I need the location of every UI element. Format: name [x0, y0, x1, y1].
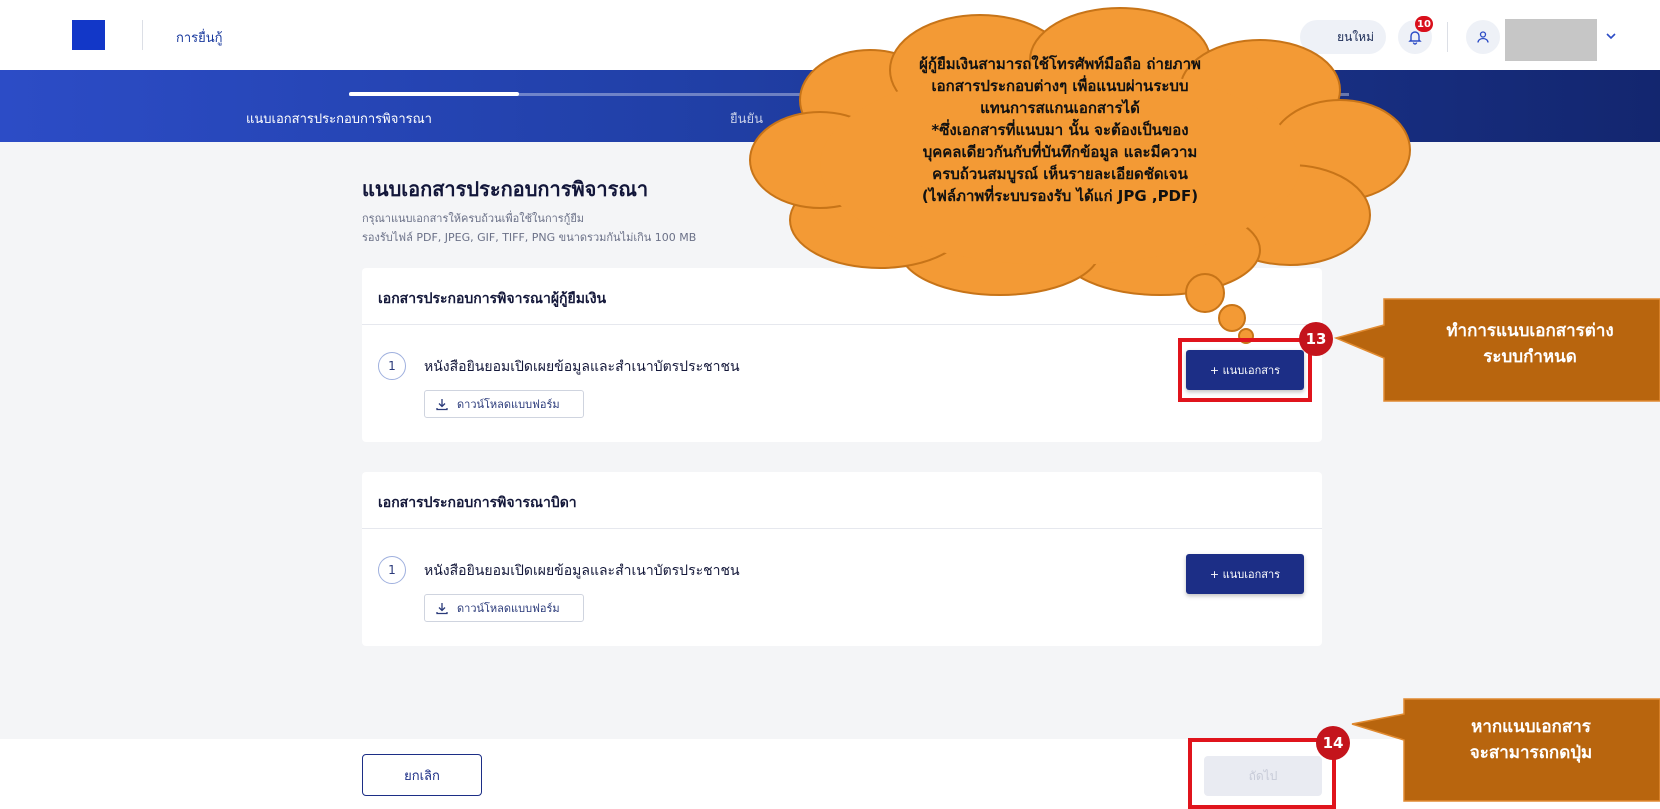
cloud-line: *ซึ่งเอกสารที่แนบมา นั้น จะต้องเป็นของ: [931, 121, 1189, 139]
cloud-line: ครบถ้วนสมบูรณ์ เห็นรายละเอียดชัดเจน: [932, 165, 1188, 183]
callout-line: ระบบกำหนด: [1483, 347, 1577, 367]
cloud-tail-1: [1185, 273, 1225, 313]
cloud-line: บุคคลเดียวกันกับที่บันทึกข้อมูล และมีควา…: [922, 143, 1198, 161]
callout-14-text: หากแนบเอกสาร จะสามารถกดปุ่ม: [1402, 714, 1660, 766]
cloud-line: (ไฟล์ภาพที่ระบบรองรับ ได้แก่ JPG ,PDF): [921, 187, 1199, 205]
cloud-line: แทนการสแกนเอกสารได้: [980, 99, 1140, 117]
callout-line: จะสามารถกดปุ่ม: [1469, 743, 1593, 763]
highlight-box-13: [1178, 338, 1312, 402]
cloud-note: ผู้กู้ยืมเงินสามารถใช้โทรศัพท์มือถือ ถ่า…: [840, 53, 1280, 207]
cloud-line: ผู้กู้ยืมเงินสามารถใช้โทรศัพท์มือถือ ถ่า…: [919, 55, 1201, 73]
annotation-layer: [749, 7, 1660, 802]
cloud-tail-2: [1218, 304, 1246, 332]
step-badge-13: 13: [1299, 322, 1333, 356]
callout-line: หากแนบเอกสาร: [1471, 717, 1591, 737]
step-badge-14: 14: [1316, 726, 1350, 760]
callout-13-text: ทำการแนบเอกสารต่าง ระบบกำหนด: [1400, 318, 1660, 370]
highlight-box-14: [1188, 738, 1336, 809]
callout-line: ทำการแนบเอกสารต่าง: [1446, 321, 1614, 341]
cloud-line: เอกสารประกอบต่างๆ เพื่อแนบผ่านระบบ: [931, 77, 1189, 95]
